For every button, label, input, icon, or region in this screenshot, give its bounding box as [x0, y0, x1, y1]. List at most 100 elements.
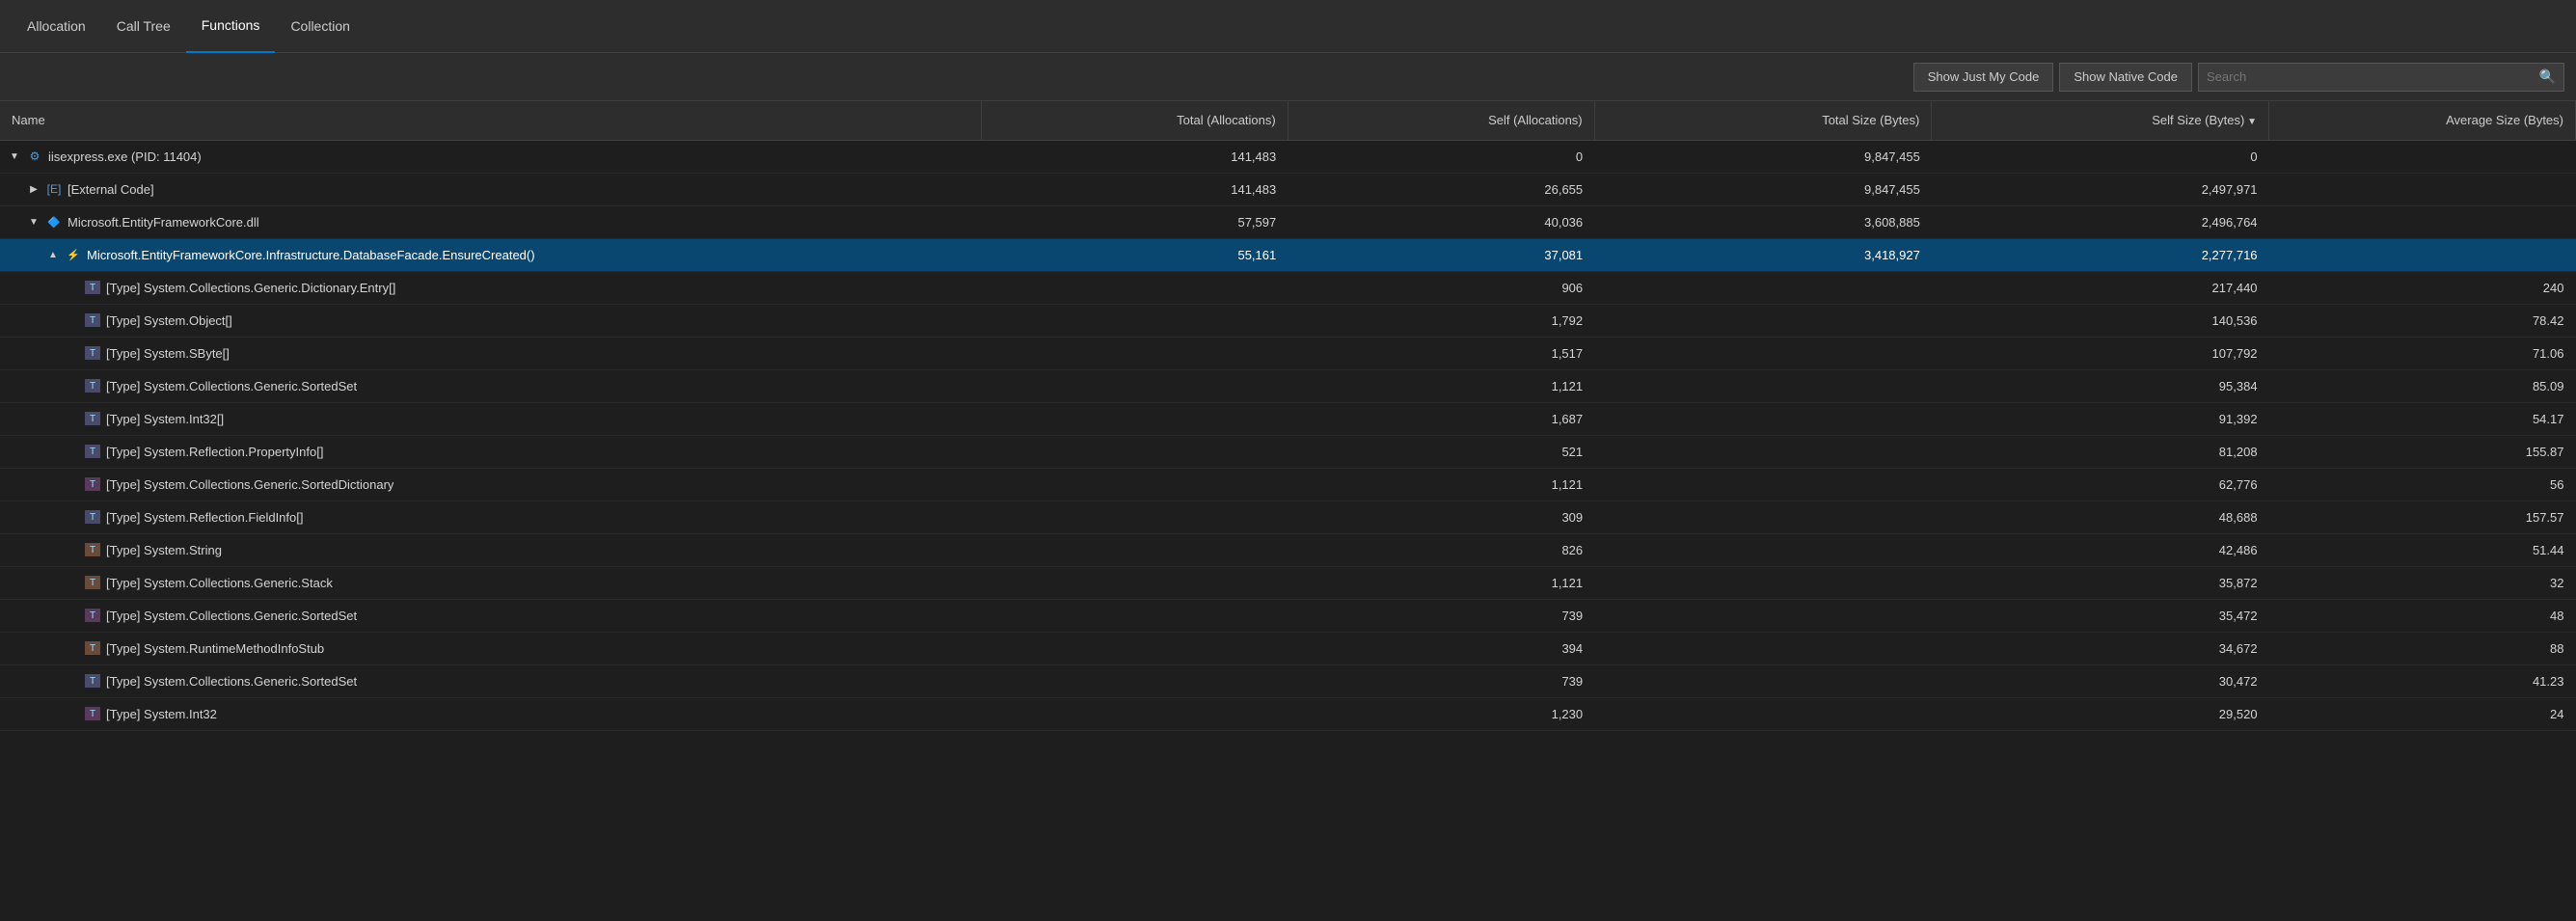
total-alloc-cell [981, 501, 1288, 533]
table-row[interactable]: T [Type] System.String 82642,48651.44 [0, 533, 2576, 566]
self-size-cell: 42,486 [1932, 533, 2269, 566]
col-header-total-alloc[interactable]: Total (Allocations) [981, 101, 1288, 140]
col-header-name[interactable]: Name [0, 101, 981, 140]
table-row[interactable]: ▲ ⚡ Microsoft.EntityFrameworkCore.Infras… [0, 238, 2576, 271]
table-row[interactable]: T [Type] System.Collections.Generic.Sort… [0, 599, 2576, 632]
table-row[interactable]: ▶ [E] [External Code] 141,48326,6559,847… [0, 173, 2576, 205]
dll-icon: 🔷 [46, 214, 62, 230]
avg-size-cell: 54.17 [2269, 402, 2576, 435]
tab-allocation[interactable]: Allocation [12, 0, 101, 53]
avg-size-cell: 240 [2269, 271, 2576, 304]
total-alloc-cell [981, 697, 1288, 730]
self-alloc-cell: 26,655 [1288, 173, 1594, 205]
self-size-cell: 2,277,716 [1932, 238, 2269, 271]
self-alloc-cell: 1,121 [1288, 468, 1594, 501]
total-size-cell [1594, 304, 1932, 337]
row-name-text: [Type] System.Collections.Generic.Dictio… [106, 281, 395, 295]
avg-size-cell: 48 [2269, 599, 2576, 632]
show-just-my-code-button[interactable]: Show Just My Code [1913, 63, 2054, 92]
type-icon: T [85, 313, 100, 327]
show-native-code-button[interactable]: Show Native Code [2059, 63, 2192, 92]
expand-arrow[interactable]: ▲ [46, 248, 60, 261]
avg-size-cell: 51.44 [2269, 533, 2576, 566]
method-icon: ⚡ [66, 247, 81, 262]
search-input[interactable] [2199, 69, 2532, 84]
table-row[interactable]: ▼ ⚙ iisexpress.exe (PID: 11404) 141,4830… [0, 140, 2576, 173]
tab-collection[interactable]: Collection [275, 0, 365, 53]
total-alloc-cell [981, 632, 1288, 664]
self-size-cell: 107,792 [1932, 337, 2269, 369]
self-alloc-cell: 1,121 [1288, 369, 1594, 402]
expand-arrow[interactable]: ▼ [27, 215, 41, 229]
table-row[interactable]: ▼ 🔷 Microsoft.EntityFrameworkCore.dll 57… [0, 205, 2576, 238]
table-header-row: Name Total (Allocations) Self (Allocatio… [0, 101, 2576, 140]
type-str-icon: T [85, 576, 100, 589]
avg-size-cell [2269, 238, 2576, 271]
table-row[interactable]: T [Type] System.Reflection.PropertyInfo[… [0, 435, 2576, 468]
total-size-cell [1594, 664, 1932, 697]
self-size-cell: 140,536 [1932, 304, 2269, 337]
type-icon: T [85, 281, 100, 294]
total-alloc-cell [981, 402, 1288, 435]
row-name-text: Microsoft.EntityFrameworkCore.Infrastruc… [87, 248, 535, 262]
self-alloc-cell: 739 [1288, 664, 1594, 697]
self-size-cell: 81,208 [1932, 435, 2269, 468]
col-header-avg-size[interactable]: Average Size (Bytes) [2269, 101, 2576, 140]
table-row[interactable]: T [Type] System.Collections.Generic.Dict… [0, 271, 2576, 304]
self-alloc-cell: 394 [1288, 632, 1594, 664]
row-name-text: [External Code] [68, 182, 154, 197]
total-alloc-cell [981, 304, 1288, 337]
row-name-text: [Type] System.Reflection.PropertyInfo[] [106, 445, 323, 459]
total-size-cell [1594, 337, 1932, 369]
avg-size-cell: 88 [2269, 632, 2576, 664]
col-header-self-alloc[interactable]: Self (Allocations) [1288, 101, 1594, 140]
search-box: 🔍 [2198, 63, 2564, 92]
table-row[interactable]: T [Type] System.Object[] 1,792140,53678.… [0, 304, 2576, 337]
total-alloc-cell [981, 337, 1288, 369]
expand-arrow[interactable]: ▶ [27, 182, 41, 196]
self-size-cell: 29,520 [1932, 697, 2269, 730]
col-header-total-size[interactable]: Total Size (Bytes) [1594, 101, 1932, 140]
row-name-cell: T [Type] System.Collections.Generic.Sort… [0, 369, 981, 402]
table-row[interactable]: T [Type] System.Int32 1,23029,52024 [0, 697, 2576, 730]
avg-size-cell [2269, 205, 2576, 238]
total-size-cell [1594, 435, 1932, 468]
row-name-text: [Type] System.Reflection.FieldInfo[] [106, 510, 303, 525]
avg-size-cell [2269, 140, 2576, 173]
row-name-cell: T [Type] System.String [0, 533, 981, 566]
search-icon[interactable]: 🔍 [2532, 68, 2563, 85]
row-name-text: [Type] System.SByte[] [106, 346, 230, 361]
expand-arrow[interactable]: ▼ [8, 149, 21, 163]
col-header-self-size[interactable]: Self Size (Bytes) [1932, 101, 2269, 140]
avg-size-cell: 157.57 [2269, 501, 2576, 533]
table-row[interactable]: T [Type] System.Collections.Generic.Sort… [0, 468, 2576, 501]
tab-bar: Allocation Call Tree Functions Collectio… [0, 0, 2576, 53]
type2-icon: T [85, 477, 100, 491]
total-size-cell: 3,608,885 [1594, 205, 1932, 238]
table-row[interactable]: T [Type] System.Collections.Generic.Sort… [0, 369, 2576, 402]
tab-calltree[interactable]: Call Tree [101, 0, 186, 53]
row-name-text: iisexpress.exe (PID: 11404) [48, 149, 202, 164]
tab-functions[interactable]: Functions [186, 0, 276, 53]
self-alloc-cell: 37,081 [1288, 238, 1594, 271]
total-size-cell: 3,418,927 [1594, 238, 1932, 271]
table-row[interactable]: T [Type] System.Collections.Generic.Stac… [0, 566, 2576, 599]
total-size-cell [1594, 369, 1932, 402]
row-name-text: [Type] System.Collections.Generic.Sorted… [106, 674, 357, 689]
table-row[interactable]: T [Type] System.SByte[] 1,517107,79271.0… [0, 337, 2576, 369]
data-table-container[interactable]: Name Total (Allocations) Self (Allocatio… [0, 101, 2576, 921]
row-name-text: [Type] System.Object[] [106, 313, 232, 328]
row-name-cell: T [Type] System.RuntimeMethodInfoStub [0, 632, 981, 664]
row-name-cell: ▼ ⚙ iisexpress.exe (PID: 11404) [0, 140, 981, 173]
table-row[interactable]: T [Type] System.Reflection.FieldInfo[] 3… [0, 501, 2576, 533]
total-alloc-cell [981, 664, 1288, 697]
type2-icon: T [85, 707, 100, 720]
table-row[interactable]: T [Type] System.Int32[] 1,68791,39254.17 [0, 402, 2576, 435]
table-row[interactable]: T [Type] System.RuntimeMethodInfoStub 39… [0, 632, 2576, 664]
table-row[interactable]: T [Type] System.Collections.Generic.Sort… [0, 664, 2576, 697]
total-size-cell [1594, 402, 1932, 435]
total-alloc-cell [981, 271, 1288, 304]
self-alloc-cell: 1,687 [1288, 402, 1594, 435]
self-size-cell: 2,496,764 [1932, 205, 2269, 238]
row-name-cell: T [Type] System.Collections.Generic.Dict… [0, 271, 981, 304]
